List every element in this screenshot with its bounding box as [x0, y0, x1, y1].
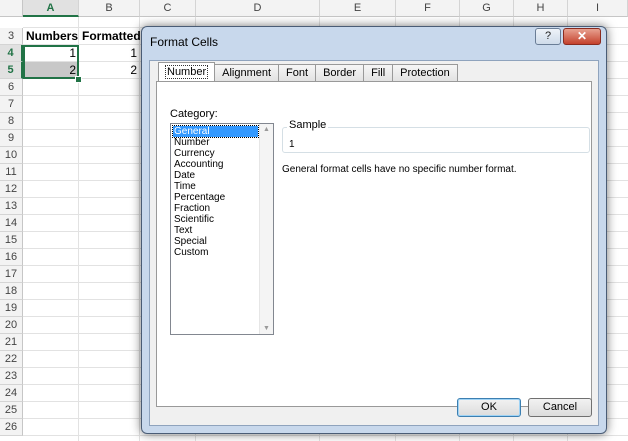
cell-b3[interactable]: Formatted [79, 28, 140, 45]
row-header-24[interactable]: 24 [0, 385, 23, 402]
number-tab-pane: Category: General Number Currency Accountin… [156, 81, 592, 407]
category-item-currency[interactable]: Currency [173, 148, 258, 159]
column-header-h[interactable]: H [514, 0, 568, 17]
gridline-vertical [139, 17, 140, 441]
row-header-9[interactable]: 9 [0, 130, 23, 147]
tab-protection[interactable]: Protection [392, 64, 458, 81]
category-item-accounting[interactable]: Accounting [173, 159, 258, 170]
row-header-20[interactable]: 20 [0, 317, 23, 334]
category-listbox[interactable]: General Number Currency Accounting Date Time P… [170, 123, 274, 335]
column-header-d[interactable]: D [196, 0, 320, 17]
tab-number-label: Number [164, 65, 209, 79]
category-item-date[interactable]: Date [173, 170, 258, 181]
row-header-26[interactable]: 26 [0, 419, 23, 436]
row-header-16[interactable]: 16 [0, 249, 23, 266]
row-header-22[interactable]: 22 [0, 351, 23, 368]
format-cells-dialog: Format Cells ? ✕ Number Alignment Font B… [141, 26, 607, 434]
category-item-time[interactable]: Time [173, 181, 258, 192]
row-header-7[interactable]: 7 [0, 96, 23, 113]
row-header-11[interactable]: 11 [0, 164, 23, 181]
row-header-6[interactable]: 6 [0, 79, 23, 96]
row-header-10[interactable]: 10 [0, 147, 23, 164]
row-header-12[interactable]: 12 [0, 181, 23, 198]
tab-number[interactable]: Number [158, 62, 216, 81]
column-header-g[interactable]: G [460, 0, 514, 17]
row-header-15[interactable]: 15 [0, 232, 23, 249]
tab-border[interactable]: Border [315, 64, 365, 81]
column-header-b[interactable]: B [79, 0, 140, 17]
column-header-f[interactable]: F [396, 0, 460, 17]
sample-value: 1 [289, 139, 295, 150]
close-button[interactable]: ✕ [563, 28, 601, 45]
row-header-13[interactable]: 13 [0, 198, 23, 215]
row-header-14[interactable]: 14 [0, 215, 23, 232]
dialog-client-area: Number Alignment Font Border Fill Protec… [149, 60, 599, 426]
category-item-general[interactable]: General [172, 125, 259, 138]
ok-button[interactable]: OK [457, 398, 521, 417]
row-header-25[interactable]: 25 [0, 402, 23, 419]
scroll-up-arrow-icon[interactable]: ▲ [263, 126, 270, 133]
row-header-3[interactable]: 3 [0, 28, 23, 45]
scroll-down-arrow-icon[interactable]: ▼ [263, 325, 270, 332]
cell-b4[interactable]: 1 [79, 45, 140, 62]
row-header-19[interactable]: 19 [0, 300, 23, 317]
category-item-custom[interactable]: Custom [173, 247, 258, 258]
cell-a3[interactable]: Numbers [23, 28, 79, 45]
row-header-23[interactable]: 23 [0, 368, 23, 385]
category-item-scientific[interactable]: Scientific [173, 214, 258, 225]
fill-handle[interactable] [75, 76, 82, 83]
row-header-21[interactable]: 21 [0, 334, 23, 351]
dialog-title: Format Cells [150, 35, 219, 49]
help-button[interactable]: ? [535, 28, 561, 45]
column-header-e[interactable]: E [320, 0, 396, 17]
category-scrollbar[interactable]: ▲ ▼ [259, 124, 273, 334]
tab-alignment[interactable]: Alignment [214, 64, 280, 81]
category-item-special[interactable]: Special [173, 236, 258, 247]
gridline-horizontal [23, 435, 628, 436]
sample-label: Sample [287, 119, 329, 131]
column-header-a[interactable]: A [23, 0, 79, 17]
tab-font[interactable]: Font [278, 64, 317, 81]
tab-strip: Number Alignment Font Border Fill Protec… [158, 62, 458, 81]
tab-fill[interactable]: Fill [363, 64, 394, 81]
cell-b5[interactable]: 2 [79, 62, 140, 79]
sample-group: Sample 1 [282, 119, 590, 153]
row-header-8[interactable]: 8 [0, 113, 23, 130]
format-description: General format cells have no specific nu… [282, 164, 517, 175]
category-label: Category: [170, 108, 218, 120]
category-item-percentage[interactable]: Percentage [173, 192, 258, 203]
row-header-17[interactable]: 17 [0, 266, 23, 283]
row-header-4[interactable]: 4 [0, 45, 23, 62]
cancel-button[interactable]: Cancel [528, 398, 592, 417]
column-header-i[interactable]: I [568, 0, 628, 17]
category-item-fraction[interactable]: Fraction [173, 203, 258, 214]
select-all-corner[interactable] [0, 0, 23, 17]
category-item-number[interactable]: Number [173, 137, 258, 148]
row-header-18[interactable]: 18 [0, 283, 23, 300]
column-header-c[interactable]: C [140, 0, 196, 17]
row-header-5[interactable]: 5 [0, 62, 23, 79]
category-item-text[interactable]: Text [173, 225, 258, 236]
selection-border [23, 45, 79, 79]
